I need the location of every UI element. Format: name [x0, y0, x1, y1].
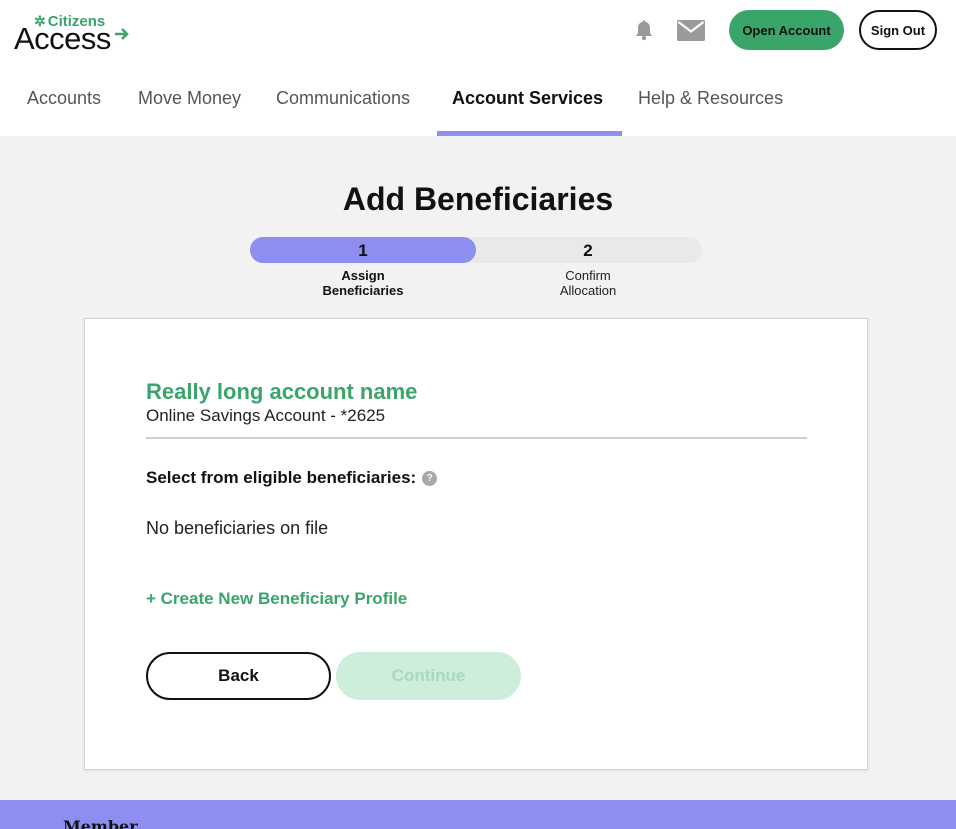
step-1-number: 1: [358, 241, 368, 260]
citizens-access-logo[interactable]: ✲ Citizens Access: [14, 13, 144, 56]
open-account-button[interactable]: Open Account: [729, 10, 844, 50]
active-tab-underline: [437, 131, 622, 136]
logo-big-text: Access: [14, 21, 111, 56]
main-nav: Accounts Move Money Communications Accou…: [0, 80, 956, 136]
back-button[interactable]: Back: [146, 652, 331, 700]
step-2-number: 2: [583, 241, 593, 260]
nav-item-account-services[interactable]: Account Services: [452, 88, 603, 109]
arrow-right-icon: [115, 28, 129, 40]
step-1-label: Assign Beneficiaries: [293, 268, 433, 298]
step-1-label-line2: Beneficiaries: [322, 283, 404, 298]
step-2-label-line1: Confirm: [565, 268, 611, 283]
page-title: Add Beneficiaries: [342, 181, 614, 217]
nav-item-help-resources[interactable]: Help & Resources: [638, 88, 783, 109]
nav-item-accounts[interactable]: Accounts: [27, 88, 101, 109]
beneficiary-card: Really long account name Online Savings …: [84, 318, 868, 770]
nav-item-communications[interactable]: Communications: [276, 88, 410, 109]
sign-out-button[interactable]: Sign Out: [859, 10, 937, 50]
bell-icon[interactable]: [634, 19, 654, 41]
create-beneficiary-link[interactable]: + Create New Beneficiary Profile: [146, 589, 407, 609]
step-2-label: Confirm Allocation: [518, 268, 658, 298]
empty-beneficiaries-text: No beneficiaries on file: [146, 518, 329, 538]
question-icon[interactable]: ?: [422, 470, 438, 486]
progress-stepper: 1 2: [250, 237, 702, 263]
select-label-text: Select from eligible beneficiaries:: [146, 468, 417, 487]
footer-text: Member: [63, 817, 138, 829]
continue-button[interactable]: Continue: [336, 652, 521, 700]
select-beneficiaries-label: Select from eligible beneficiaries: ?: [146, 468, 438, 488]
nav-item-move-money[interactable]: Move Money: [138, 88, 241, 109]
account-name: Really long account name: [146, 379, 418, 404]
top-bar: ✲ Citizens Access Open Account Sign Out …: [0, 0, 956, 136]
footer: Member: [0, 800, 956, 829]
mail-icon[interactable]: [677, 20, 705, 41]
step-1-label-line1: Assign: [341, 268, 385, 283]
divider: [146, 437, 807, 439]
step-2-label-line2: Allocation: [559, 283, 617, 298]
account-subtitle: Online Savings Account - *2625: [146, 406, 386, 425]
